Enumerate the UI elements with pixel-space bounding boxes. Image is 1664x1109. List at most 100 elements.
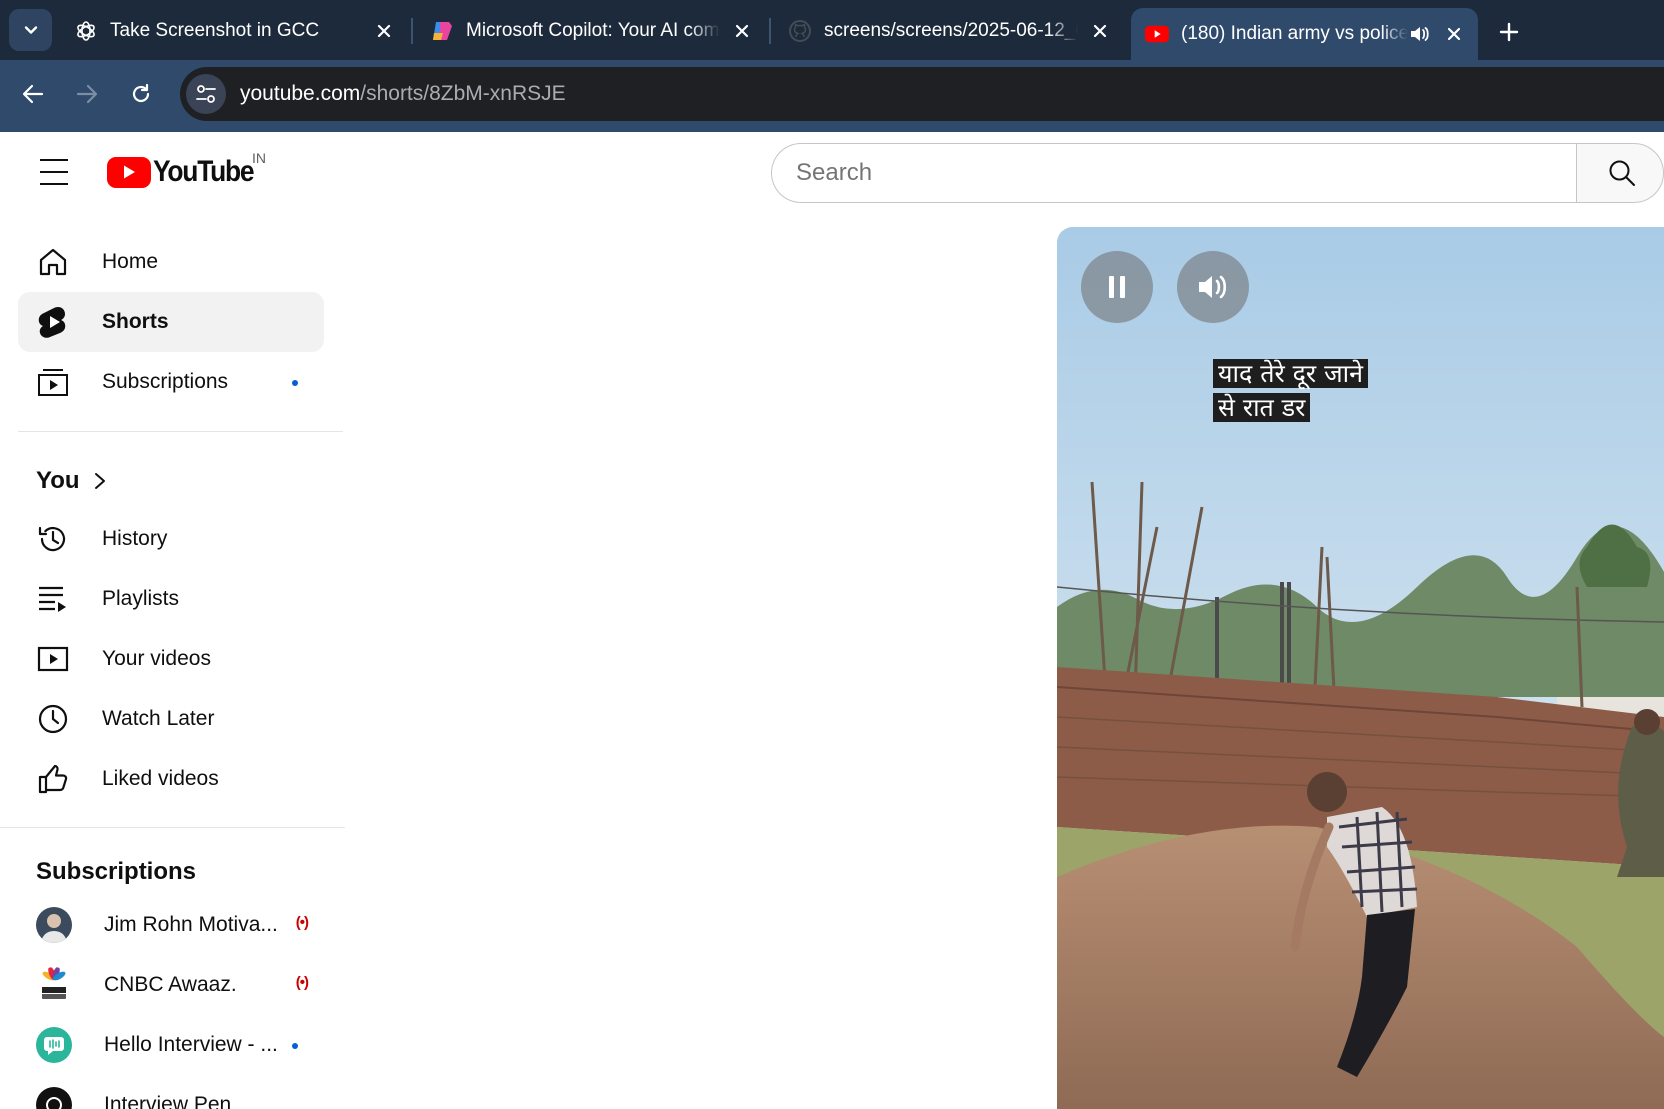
avatar bbox=[36, 967, 72, 1003]
sidebar-item-label: Watch Later bbox=[102, 707, 215, 730]
reload-icon bbox=[132, 83, 150, 103]
sidebar-item-label: History bbox=[102, 527, 168, 550]
arrow-right-icon bbox=[76, 84, 98, 104]
sidebar-item-shorts[interactable]: Shorts bbox=[18, 292, 324, 352]
subscription-name: CNBC Awaaz. bbox=[104, 973, 237, 996]
chevron-right-icon bbox=[94, 473, 105, 489]
avatar bbox=[36, 907, 72, 943]
you-section-link[interactable]: You bbox=[36, 467, 106, 495]
new-content-dot bbox=[292, 1043, 298, 1049]
subscription-item[interactable]: Jim Rohn Motiva... (•) bbox=[18, 895, 324, 955]
sidebar-item-label: Shorts bbox=[102, 310, 169, 333]
url-text: youtube.com/shorts/8ZbM-xnRSJE bbox=[240, 82, 566, 106]
search-icon bbox=[1609, 160, 1635, 186]
search-input[interactable] bbox=[796, 159, 1576, 187]
mute-button[interactable] bbox=[1177, 251, 1249, 323]
subscription-item[interactable]: CNBC Awaaz. (•) bbox=[18, 955, 324, 1015]
history-icon bbox=[36, 522, 70, 556]
sidebar-divider bbox=[18, 431, 343, 432]
live-icon: (•) bbox=[295, 974, 309, 991]
back-button[interactable] bbox=[16, 77, 50, 111]
tab-title: Take Screenshot in GCC bbox=[110, 20, 320, 41]
reload-button[interactable] bbox=[124, 77, 158, 111]
sidebar-item-label: Home bbox=[102, 250, 159, 273]
sidebar-item-label: Liked videos bbox=[102, 767, 219, 790]
new-tab-button[interactable] bbox=[1491, 14, 1527, 50]
tune-icon bbox=[196, 85, 216, 103]
site-info-button[interactable] bbox=[186, 74, 226, 114]
sidebar-item-label: Your videos bbox=[102, 647, 211, 670]
speaker-icon[interactable] bbox=[1408, 22, 1432, 46]
tab-search-button[interactable] bbox=[9, 9, 52, 51]
sidebar-item-label: Playlists bbox=[102, 587, 180, 610]
toolbar-edge bbox=[0, 128, 1664, 132]
subscription-name: Jim Rohn Motiva... bbox=[104, 913, 278, 936]
youtube-icon bbox=[1145, 22, 1169, 46]
pause-button[interactable] bbox=[1081, 251, 1153, 323]
avatar bbox=[36, 1087, 72, 1109]
youtube-logo[interactable]: YouTube bbox=[107, 154, 267, 190]
search-button[interactable] bbox=[1576, 143, 1664, 203]
tab-separator bbox=[769, 18, 771, 44]
live-icon: (•) bbox=[295, 914, 309, 931]
home-icon bbox=[36, 245, 70, 279]
hamburger-line bbox=[40, 159, 68, 161]
close-tab-icon[interactable] bbox=[1086, 17, 1114, 45]
subscription-item[interactable]: Interview Pen bbox=[18, 1075, 324, 1109]
sidebar-item-liked-videos[interactable]: Liked videos bbox=[18, 749, 324, 809]
subscription-item[interactable]: Hello Interview - ... bbox=[18, 1015, 324, 1075]
arrow-left-icon bbox=[22, 84, 44, 104]
subscription-name: Interview Pen bbox=[104, 1093, 232, 1109]
caption-line-1: याद तेरे दूर जाने bbox=[1213, 359, 1368, 388]
tab-title: screens/screens/2025-06-12_09 bbox=[824, 20, 1078, 41]
new-content-dot bbox=[292, 380, 298, 386]
tab-title: Microsoft Copilot: Your AI companion bbox=[466, 20, 720, 41]
browser-tab-2[interactable]: Microsoft Copilot: Your AI companion bbox=[416, 8, 766, 54]
pause-icon bbox=[1109, 276, 1125, 298]
sidebar-item-playlists[interactable]: Playlists bbox=[18, 569, 324, 629]
subscriptions-heading: Subscriptions bbox=[36, 858, 197, 885]
playlists-icon bbox=[36, 582, 70, 616]
subscription-name: Hello Interview - ... bbox=[104, 1033, 278, 1056]
forward-button[interactable] bbox=[70, 77, 104, 111]
guide-menu-button[interactable] bbox=[34, 155, 74, 189]
github-icon bbox=[788, 19, 812, 43]
hamburger-line bbox=[40, 183, 68, 185]
close-tab-icon[interactable] bbox=[728, 17, 756, 45]
url-path: /shorts/8ZbM-xnRSJE bbox=[360, 82, 566, 105]
plus-icon bbox=[1499, 22, 1519, 42]
browser-tab-strip: Take Screenshot in GCC Microsoft Copilot… bbox=[0, 0, 1664, 60]
sidebar-item-your-videos[interactable]: Your videos bbox=[18, 629, 324, 689]
chatgpt-icon bbox=[74, 19, 98, 43]
browser-tab-3[interactable]: screens/screens/2025-06-12_09 bbox=[774, 8, 1124, 54]
address-bar[interactable]: youtube.com/shorts/8ZbM-xnRSJE bbox=[180, 67, 1664, 121]
browser-toolbar: youtube.com/shorts/8ZbM-xnRSJE bbox=[0, 60, 1664, 128]
sidebar-item-watch-later[interactable]: Watch Later bbox=[18, 689, 324, 749]
sidebar-item-label: Subscriptions bbox=[102, 370, 229, 393]
close-tab-icon[interactable] bbox=[1440, 20, 1468, 48]
hamburger-line bbox=[40, 171, 68, 173]
volume-icon bbox=[1199, 275, 1227, 299]
tab-title: (180) Indian army vs police bbox=[1181, 23, 1408, 44]
close-tab-icon[interactable] bbox=[370, 17, 398, 45]
video-caption: याद तेरे दूर जाने से रात डर bbox=[1213, 357, 1368, 425]
caption-line-2: से रात डर bbox=[1213, 393, 1311, 422]
sidebar-item-history[interactable]: History bbox=[18, 509, 324, 569]
subscriptions-icon bbox=[36, 365, 70, 399]
browser-tab-4-active[interactable]: (180) Indian army vs police bbox=[1131, 8, 1478, 60]
shorts-icon bbox=[36, 305, 70, 339]
country-code: IN bbox=[252, 150, 266, 166]
sidebar-divider bbox=[0, 827, 345, 828]
you-heading: You bbox=[36, 467, 80, 494]
sidebar-item-home[interactable]: Home bbox=[18, 232, 324, 292]
browser-tab-1[interactable]: Take Screenshot in GCC bbox=[60, 8, 408, 54]
tab-separator bbox=[411, 18, 413, 44]
your-videos-icon bbox=[36, 642, 70, 676]
copilot-icon bbox=[430, 19, 454, 43]
logo-text: YouTube bbox=[153, 155, 255, 188]
sidebar-item-subscriptions[interactable]: Subscriptions bbox=[18, 352, 324, 412]
search-field[interactable] bbox=[771, 143, 1576, 203]
youtube-play-logo-icon bbox=[107, 156, 151, 188]
avatar bbox=[36, 1027, 72, 1063]
watch-later-icon bbox=[36, 702, 70, 736]
